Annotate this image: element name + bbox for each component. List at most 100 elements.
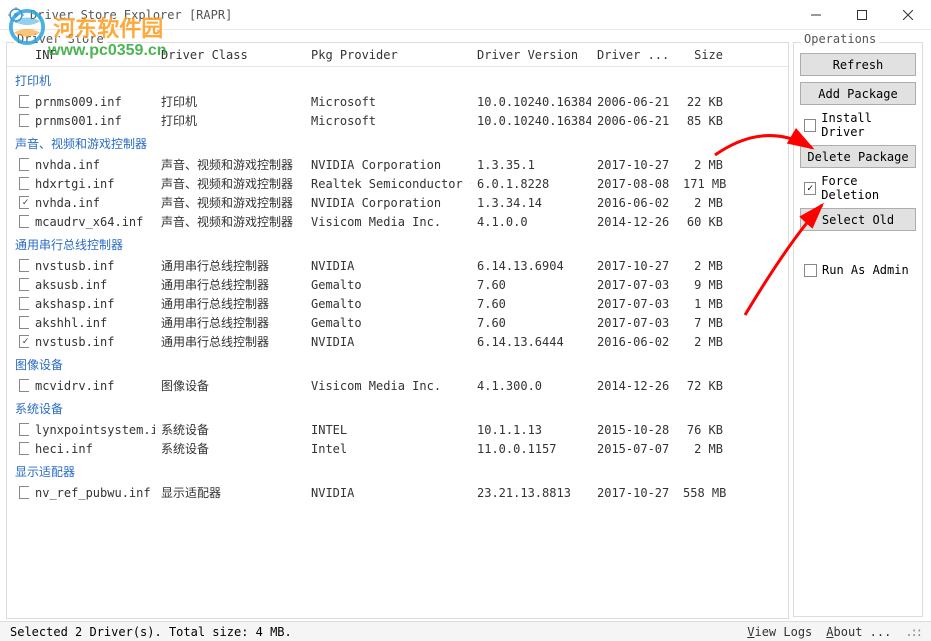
list-header[interactable]: INF Driver Class Pkg Provider Driver Ver… (7, 43, 788, 67)
close-button[interactable] (885, 0, 931, 30)
cell-inf: aksusb.inf (29, 278, 155, 292)
cell-provider: Realtek Semiconductor Corp. (305, 177, 471, 191)
row-checkbox[interactable] (19, 278, 29, 291)
row-checkbox[interactable] (19, 259, 29, 272)
cell-class: 图像设备 (155, 377, 305, 394)
table-row[interactable]: akshasp.inf通用串行总线控制器Gemalto7.602017-07-0… (7, 294, 788, 313)
table-row[interactable]: akshhl.inf通用串行总线控制器Gemalto7.602017-07-03… (7, 313, 788, 332)
force-deletion-label: Force Deletion (821, 174, 916, 202)
group-header[interactable]: 打印机 (7, 67, 788, 92)
run-as-admin-label: Run As Admin (822, 263, 909, 277)
row-checkbox[interactable] (19, 158, 29, 171)
group-header[interactable]: 图像设备 (7, 351, 788, 376)
cell-provider: NVIDIA (305, 486, 471, 500)
delete-package-button[interactable]: Delete Package (800, 145, 916, 168)
cell-date: 2017-07-03 (591, 278, 677, 292)
cell-version: 10.0.10240.16384 (471, 95, 591, 109)
table-row[interactable]: nv_ref_pubwu.inf显示适配器NVIDIA23.21.13.8813… (7, 483, 788, 502)
row-checkbox[interactable] (19, 95, 29, 108)
col-class[interactable]: Driver Class (155, 48, 305, 62)
add-package-button[interactable]: Add Package (800, 82, 916, 105)
cell-provider: Gemalto (305, 297, 471, 311)
install-driver-checkbox[interactable]: Install Driver (800, 111, 916, 139)
row-checkbox[interactable] (19, 486, 29, 499)
cell-inf: prnms001.inf (29, 114, 155, 128)
cell-inf: nvstusb.inf (29, 259, 155, 273)
row-checkbox[interactable] (19, 177, 29, 190)
group-header[interactable]: 声音、视频和游戏控制器 (7, 130, 788, 155)
minimize-icon (811, 10, 821, 20)
cell-date: 2017-08-08 (591, 177, 677, 191)
row-checkbox[interactable] (19, 379, 29, 392)
col-size[interactable]: Size (677, 48, 739, 62)
group-header[interactable]: 显示适配器 (7, 458, 788, 483)
table-row[interactable]: nvstusb.inf通用串行总线控制器NVIDIA6.14.13.690420… (7, 256, 788, 275)
cell-date: 2016-06-02 (591, 196, 677, 210)
about-link[interactable]: About ... (826, 625, 891, 639)
col-version[interactable]: Driver Version (471, 48, 591, 62)
resize-grip[interactable]: .:: (905, 625, 921, 639)
col-date[interactable]: Driver ... (591, 48, 677, 62)
force-deletion-checkbox[interactable]: Force Deletion (800, 174, 916, 202)
cell-provider: Gemalto (305, 278, 471, 292)
cell-date: 2017-10-27 (591, 486, 677, 500)
table-row[interactable]: nvstusb.inf通用串行总线控制器NVIDIA6.14.13.644420… (7, 332, 788, 351)
group-header[interactable]: 通用串行总线控制器 (7, 231, 788, 256)
table-row[interactable]: nvhda.inf声音、视频和游戏控制器NVIDIA Corporation1.… (7, 193, 788, 212)
cell-size: 558 MB (677, 486, 739, 500)
cell-provider: NVIDIA (305, 335, 471, 349)
table-row[interactable]: aksusb.inf通用串行总线控制器Gemalto7.602017-07-03… (7, 275, 788, 294)
driver-list[interactable]: INF Driver Class Pkg Provider Driver Ver… (6, 42, 789, 619)
row-checkbox[interactable] (19, 442, 29, 455)
cell-size: 7 MB (677, 316, 739, 330)
row-checkbox[interactable] (19, 196, 29, 209)
maximize-button[interactable] (839, 0, 885, 30)
cell-class: 打印机 (155, 112, 305, 129)
table-row[interactable]: nvhda.inf声音、视频和游戏控制器NVIDIA Corporation1.… (7, 155, 788, 174)
table-row[interactable]: mcaudrv_x64.inf声音、视频和游戏控制器Visicom Media … (7, 212, 788, 231)
driver-store-label: Driver Store (14, 32, 107, 46)
table-row[interactable]: prnms001.inf打印机Microsoft10.0.10240.16384… (7, 111, 788, 130)
row-checkbox[interactable] (19, 114, 29, 127)
maximize-icon (857, 10, 867, 20)
table-row[interactable]: lynxpointsystem.inf系统设备INTEL10.1.1.13201… (7, 420, 788, 439)
row-checkbox[interactable] (19, 215, 29, 228)
cell-version: 7.60 (471, 297, 591, 311)
table-row[interactable]: hdxrtgi.inf声音、视频和游戏控制器Realtek Semiconduc… (7, 174, 788, 193)
cell-date: 2006-06-21 (591, 114, 677, 128)
cell-version: 1.3.34.14 (471, 196, 591, 210)
install-driver-label: Install Driver (821, 111, 916, 139)
row-checkbox[interactable] (19, 316, 29, 329)
cell-version: 7.60 (471, 316, 591, 330)
cell-class: 声音、视频和游戏控制器 (155, 194, 305, 211)
col-provider[interactable]: Pkg Provider (305, 48, 471, 62)
cell-class: 通用串行总线控制器 (155, 314, 305, 331)
cell-date: 2014-12-26 (591, 379, 677, 393)
group-header[interactable]: 系统设备 (7, 395, 788, 420)
operations-label: Operations (801, 32, 879, 46)
operations-panel: Operations Refresh Add Package Install D… (791, 30, 931, 621)
cell-inf: akshhl.inf (29, 316, 155, 330)
cell-provider: Microsoft (305, 95, 471, 109)
cell-size: 85 KB (677, 114, 739, 128)
table-row[interactable]: heci.inf系统设备Intel11.0.0.11572015-07-072 … (7, 439, 788, 458)
row-checkbox[interactable] (19, 335, 29, 348)
cell-date: 2017-07-03 (591, 316, 677, 330)
cell-inf: akshasp.inf (29, 297, 155, 311)
minimize-button[interactable] (793, 0, 839, 30)
refresh-button[interactable]: Refresh (800, 53, 916, 76)
cell-class: 打印机 (155, 93, 305, 110)
run-as-admin-checkbox[interactable]: Run As Admin (800, 263, 916, 277)
cell-inf: prnms009.inf (29, 95, 155, 109)
col-inf[interactable]: INF (29, 48, 155, 62)
titlebar: Driver Store Explorer [RAPR] (0, 0, 931, 30)
view-logs-link[interactable]: View Logs (747, 625, 812, 639)
cell-size: 171 MB (677, 177, 739, 191)
select-old-button[interactable]: Select Old (800, 208, 916, 231)
cell-size: 2 MB (677, 259, 739, 273)
row-checkbox[interactable] (19, 423, 29, 436)
row-checkbox[interactable] (19, 297, 29, 310)
cell-class: 通用串行总线控制器 (155, 276, 305, 293)
table-row[interactable]: mcvidrv.inf图像设备Visicom Media Inc.4.1.300… (7, 376, 788, 395)
table-row[interactable]: prnms009.inf打印机Microsoft10.0.10240.16384… (7, 92, 788, 111)
